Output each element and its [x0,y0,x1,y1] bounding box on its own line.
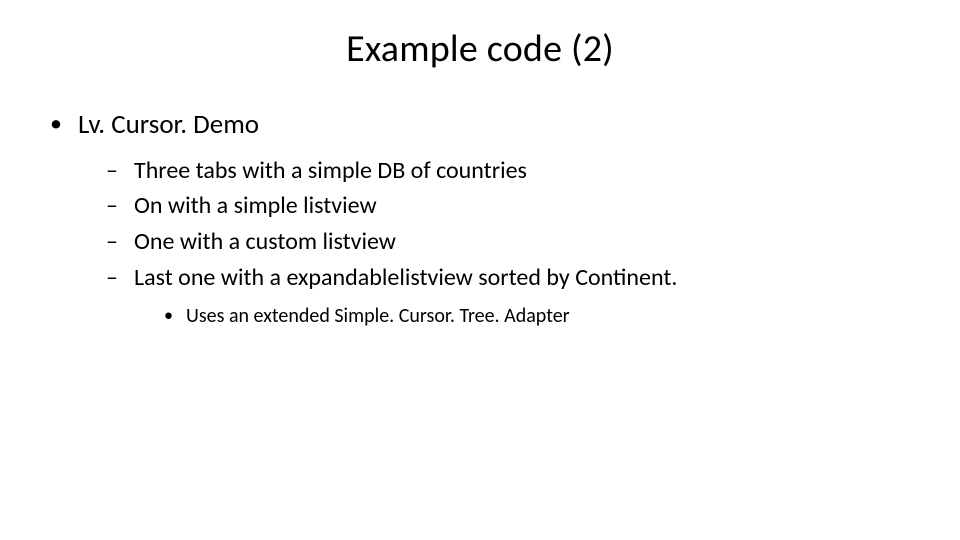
list-item-text: One with a custom listview [134,227,396,256]
list-item: Last one with a expandablelistview sorte… [106,261,920,331]
list-item: One with a custom listview [106,225,920,259]
list-item: Lv. Cursor. Demo Three tabs with a simpl… [44,106,920,330]
list-item-text: Last one with a expandablelistview sorte… [134,263,677,292]
list-item: Three tabs with a simple DB of countries [106,154,920,188]
list-item: Uses an extended Simple. Cursor. Tree. A… [162,302,920,330]
list-item: On with a simple listview [106,189,920,223]
list-item-text: On with a simple listview [134,191,377,220]
slide-title: Example code (2) [40,26,920,72]
bullet-list-level2: Three tabs with a simple DB of countries… [78,154,920,330]
list-item-text: Uses an extended Simple. Cursor. Tree. A… [186,304,570,328]
list-item-text: Lv. Cursor. Demo [78,108,259,141]
bullet-list-level1: Lv. Cursor. Demo Three tabs with a simpl… [40,106,920,330]
bullet-list-level3: Uses an extended Simple. Cursor. Tree. A… [134,302,920,330]
list-item-text: Three tabs with a simple DB of countries [134,156,527,185]
slide: Example code (2) Lv. Cursor. Demo Three … [0,0,960,540]
